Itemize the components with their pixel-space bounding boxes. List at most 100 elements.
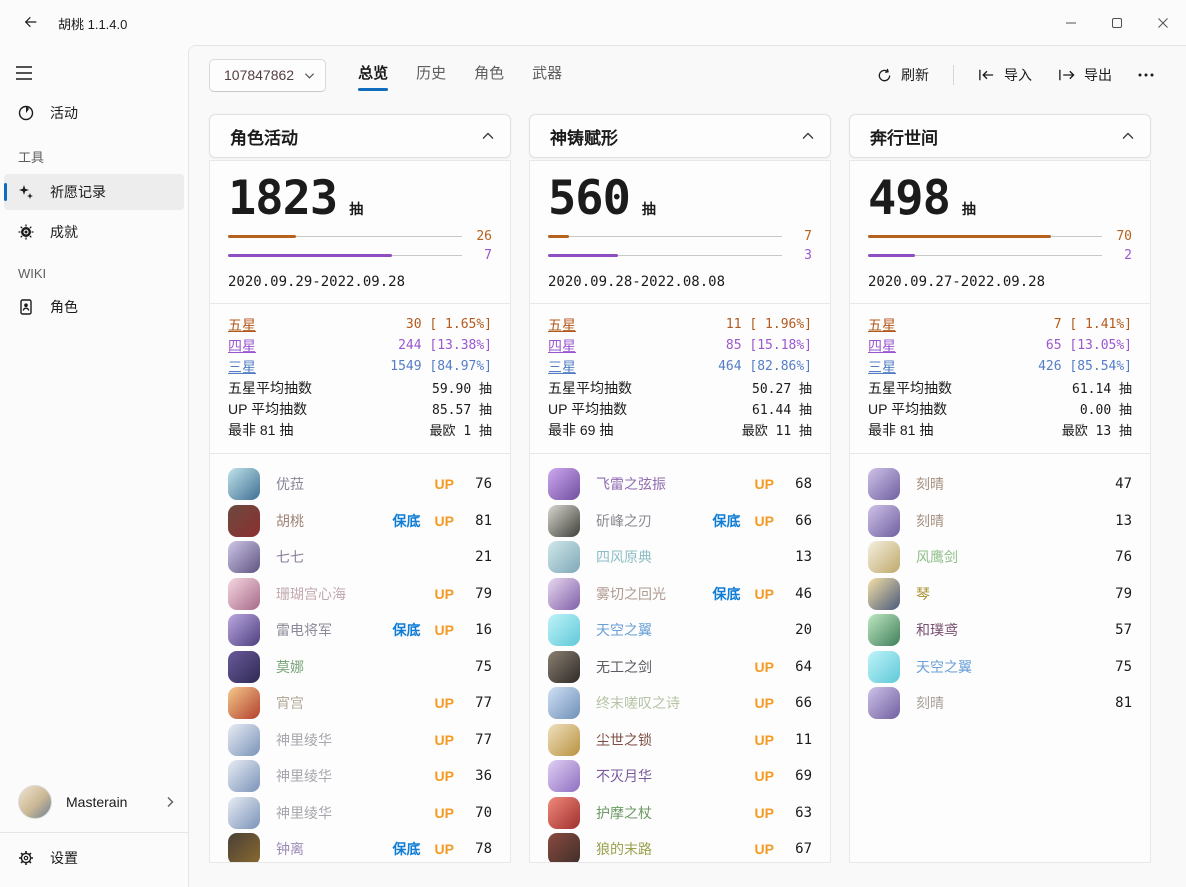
item-count: 67 (786, 841, 812, 857)
close-button[interactable] (1140, 0, 1186, 45)
item-avatar (868, 505, 900, 537)
maximize-button[interactable] (1094, 0, 1140, 45)
stat-row: 五星 7 [ 1.41%] (868, 314, 1132, 335)
stat-row: UP 平均抽数 0.00 抽 (868, 398, 1132, 419)
pull-unit: 抽 (962, 199, 976, 219)
list-item[interactable]: 尘世之锁 保底 UP 11 (548, 722, 812, 759)
user-name: Masterain (66, 794, 164, 810)
stat-value: 85.57 抽 (432, 399, 492, 418)
stat-label[interactable]: 五星 (228, 315, 256, 335)
account-id: 107847862 (224, 67, 294, 83)
banner-header[interactable]: 角色活动 (209, 114, 511, 158)
list-item[interactable]: 和璞鸢 保底 UP 57 (868, 612, 1132, 649)
stat-label[interactable]: 三星 (228, 357, 256, 377)
list-item[interactable]: 神里绫华 保底 UP 70 (228, 795, 492, 832)
list-item[interactable]: 天空之翼 保底 UP 75 (868, 649, 1132, 686)
tab-weapon[interactable]: 武器 (522, 56, 572, 95)
up-badge: UP (755, 586, 774, 602)
stat-label[interactable]: 四星 (548, 336, 576, 356)
list-item[interactable]: 飞雷之弦振 保底 UP 68 (548, 466, 812, 503)
stat-label[interactable]: 五星 (548, 315, 576, 335)
item-avatar (548, 760, 580, 792)
user-account-row[interactable]: Masterain (0, 772, 188, 832)
banner-header[interactable]: 奔行世间 (849, 114, 1151, 158)
tab-overview[interactable]: 总览 (348, 56, 398, 95)
person-card-icon (18, 299, 34, 315)
list-item[interactable]: 雷电将军 保底 UP 16 (228, 612, 492, 649)
sidebar-item-achievement[interactable]: 成就 (4, 214, 184, 250)
list-item[interactable]: 四风原典 保底 UP 13 (548, 539, 812, 576)
list-item[interactable]: 琴 保底 UP 79 (868, 576, 1132, 613)
chevron-right-icon (164, 796, 176, 808)
item-avatar (228, 541, 260, 573)
banner-header[interactable]: 神铸赋形 (529, 114, 831, 158)
item-avatar (228, 651, 260, 683)
stat-label[interactable]: 四星 (228, 336, 256, 356)
stat-label[interactable]: 三星 (548, 357, 576, 377)
list-item[interactable]: 刻晴 保底 UP 81 (868, 685, 1132, 722)
collapse-chevron-up-icon[interactable] (1122, 132, 1134, 140)
list-item[interactable]: 无工之剑 保底 UP 64 (548, 649, 812, 686)
refresh-button[interactable]: 刷新 (867, 59, 939, 91)
back-button[interactable] (14, 8, 48, 36)
item-name: 护摩之杖 (596, 803, 652, 823)
divider (210, 453, 510, 454)
list-item[interactable]: 七七 保底 UP 21 (228, 539, 492, 576)
list-item[interactable]: 钟离 保底 UP 78 (228, 831, 492, 862)
more-button[interactable] (1128, 59, 1164, 91)
sidebar-item-activity[interactable]: 活动 (4, 95, 184, 131)
import-button[interactable]: 导入 (968, 59, 1042, 91)
list-item[interactable]: 不灭月华 保底 UP 69 (548, 758, 812, 795)
up-badge: UP (435, 586, 454, 602)
list-item[interactable]: 雾切之回光 保底 UP 46 (548, 576, 812, 613)
tab-history[interactable]: 历史 (406, 56, 456, 95)
list-item[interactable]: 斫峰之刃 保底 UP 66 (548, 503, 812, 540)
list-item[interactable]: 胡桃 保底 UP 81 (228, 503, 492, 540)
up-badge: UP (755, 659, 774, 675)
list-item[interactable]: 刻晴 保底 UP 47 (868, 466, 1132, 503)
list-item[interactable]: 风鹰剑 保底 UP 76 (868, 539, 1132, 576)
list-item[interactable]: 宵宫 保底 UP 77 (228, 685, 492, 722)
list-item[interactable]: 狼的末路 保底 UP 67 (548, 831, 812, 862)
item-count: 76 (1106, 549, 1132, 565)
stats-table: 五星 30 [ 1.65%] 四星 244 [13.38%] 三星 1549 [… (228, 314, 492, 440)
sidebar-item-label: 角色 (50, 297, 78, 317)
sidebar-item-character[interactable]: 角色 (4, 289, 184, 325)
item-count: 78 (466, 841, 492, 857)
date-range: 2020.09.27-2022.09.28 (868, 274, 1132, 290)
account-selector[interactable]: 107847862 (209, 59, 326, 92)
collapse-chevron-up-icon[interactable] (802, 132, 814, 140)
stat-label[interactable]: 五星 (868, 315, 896, 335)
list-item[interactable]: 天空之翼 保底 UP 20 (548, 612, 812, 649)
item-avatar (548, 578, 580, 610)
item-avatar (228, 724, 260, 756)
nav-toggle-button[interactable] (4, 55, 44, 91)
list-item[interactable]: 神里绫华 保底 UP 36 (228, 758, 492, 795)
item-count: 63 (786, 805, 812, 821)
list-item[interactable]: 珊瑚宫心海 保底 UP 79 (228, 576, 492, 613)
sidebar-item-wish-log[interactable]: 祈愿记录 (4, 174, 184, 210)
list-item[interactable]: 优菈 保底 UP 76 (228, 466, 492, 503)
date-range: 2020.09.29-2022.09.28 (228, 274, 492, 290)
sidebar-item-settings[interactable]: 设置 (4, 835, 184, 881)
collapse-chevron-up-icon[interactable] (482, 132, 494, 140)
stat-value: 59.90 抽 (432, 378, 492, 397)
item-count: 75 (466, 659, 492, 675)
list-item[interactable]: 护摩之杖 保底 UP 63 (548, 795, 812, 832)
stat-value: 426 [85.54%] (1038, 359, 1132, 374)
hamburger-icon (16, 66, 32, 80)
stat-label[interactable]: 三星 (868, 357, 896, 377)
list-item[interactable]: 终末嗟叹之诗 保底 UP 66 (548, 685, 812, 722)
stat-value: 464 [82.86%] (718, 359, 812, 374)
list-item[interactable]: 莫娜 保底 UP 75 (228, 649, 492, 686)
item-count: 69 (786, 768, 812, 784)
tab-character[interactable]: 角色 (464, 56, 514, 95)
list-item[interactable]: 刻晴 保底 UP 13 (868, 503, 1132, 540)
list-item[interactable]: 神里绫华 保底 UP 77 (228, 722, 492, 759)
item-name: 莫娜 (276, 657, 304, 677)
titlebar: 胡桃 1.1.4.0 (0, 0, 1186, 45)
minimize-button[interactable] (1048, 0, 1094, 45)
stat-label[interactable]: 四星 (868, 336, 896, 356)
export-button[interactable]: 导出 (1048, 59, 1122, 91)
stat-value: 11 [ 1.96%] (718, 317, 812, 332)
